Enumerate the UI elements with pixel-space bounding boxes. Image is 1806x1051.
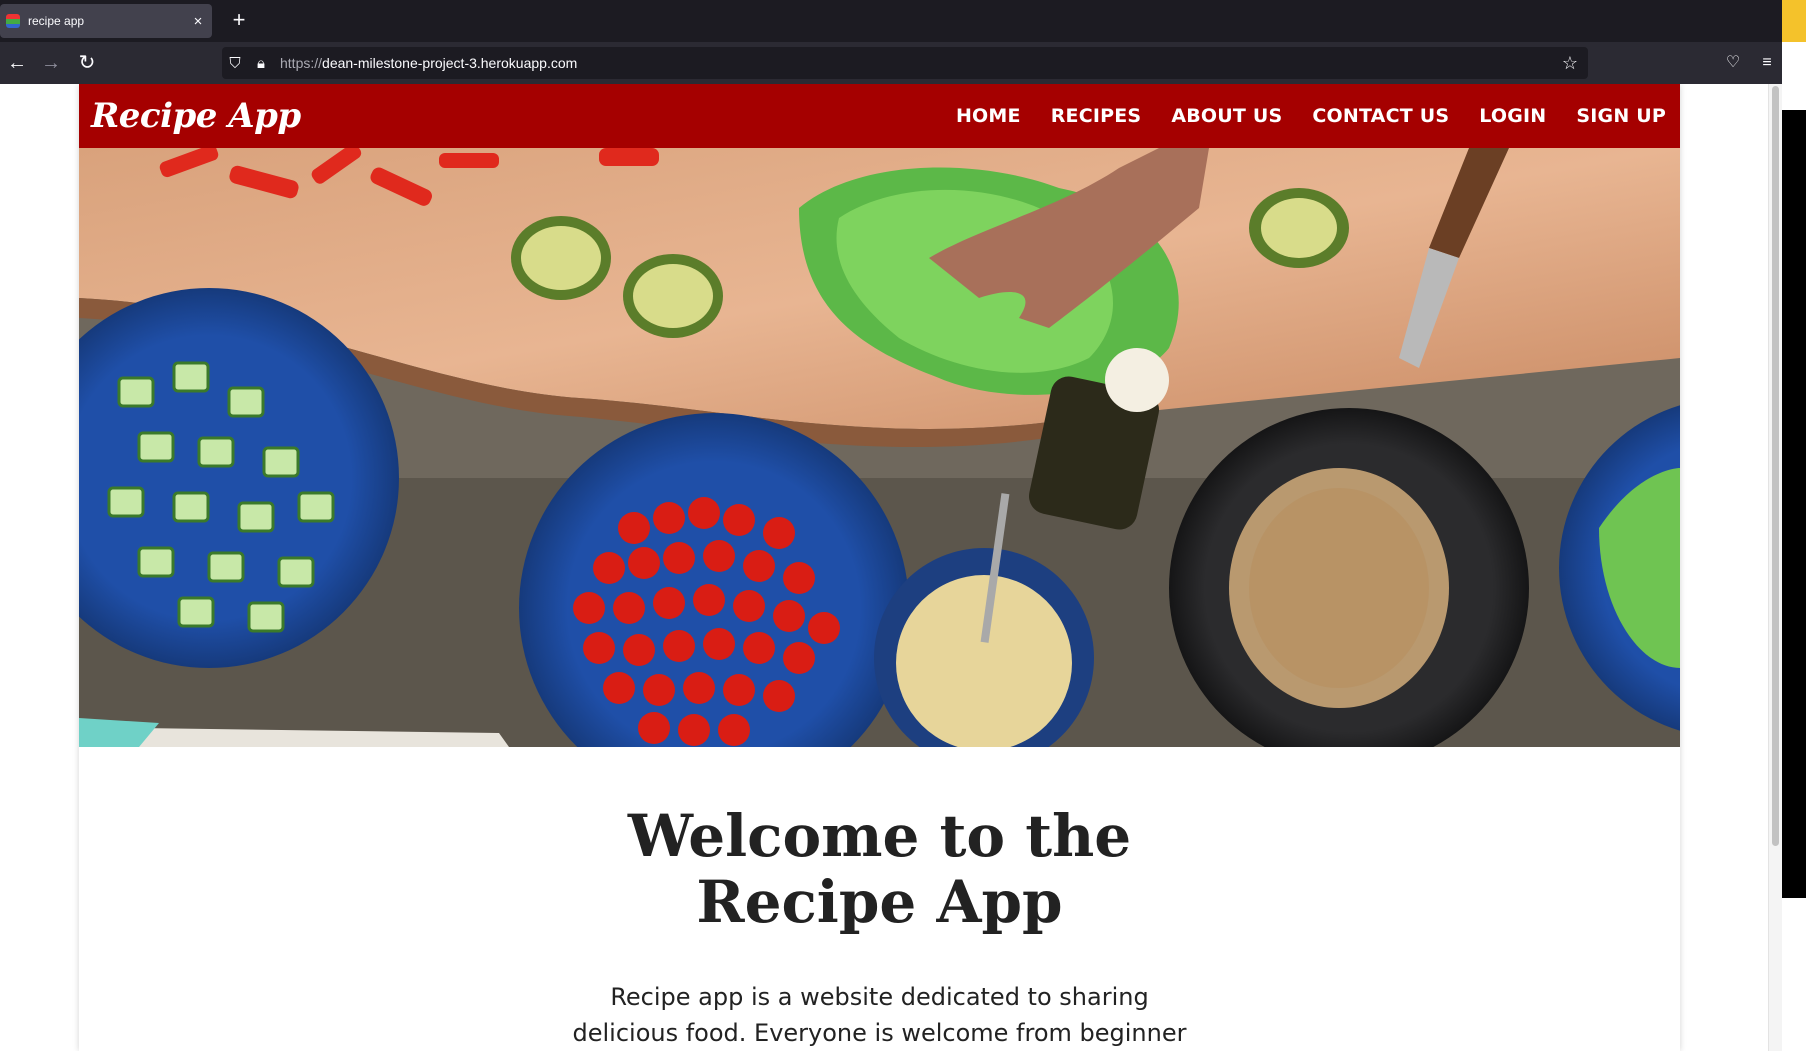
side-panel-accent bbox=[1782, 0, 1806, 42]
forward-arrow-icon[interactable]: → bbox=[36, 48, 66, 78]
hero-image bbox=[79, 148, 1680, 747]
nav-contact-us[interactable]: CONTACT US bbox=[1312, 105, 1449, 127]
close-tab-icon[interactable]: × bbox=[184, 13, 212, 30]
back-arrow-icon[interactable]: ← bbox=[2, 48, 32, 78]
nav-sign-up[interactable]: SIGN UP bbox=[1576, 105, 1666, 127]
hero-food-photo bbox=[79, 148, 1680, 747]
browser-tab[interactable]: recipe app × bbox=[0, 4, 212, 38]
page-container: Recipe App HOME RECIPES ABOUT US CONTACT… bbox=[79, 84, 1680, 1051]
scrollbar-thumb[interactable] bbox=[1772, 86, 1779, 846]
address-bar[interactable]: ⛉ 🔒︎ https://dean-milestone-project-3.he… bbox=[222, 47, 1588, 79]
nav-recipes[interactable]: RECIPES bbox=[1051, 105, 1142, 127]
nav-home[interactable]: HOME bbox=[956, 105, 1021, 127]
url-protocol: https:// bbox=[280, 55, 323, 71]
lock-icon[interactable]: 🔒︎ bbox=[248, 55, 274, 72]
title-line-2: Recipe App bbox=[696, 868, 1063, 936]
menu-icon[interactable]: ≡ bbox=[1752, 48, 1782, 78]
url-host: dean-milestone-project-3.herokuapp.com bbox=[322, 55, 578, 71]
browser-nav-bar: ← → ↻ ⛉ 🔒︎ https://dean-milestone-projec… bbox=[0, 42, 1806, 84]
side-panel-dark bbox=[1782, 110, 1806, 898]
vertical-scrollbar[interactable] bbox=[1768, 84, 1782, 1051]
site-nav: HOME RECIPES ABOUT US CONTACT US LOGIN S… bbox=[956, 105, 1666, 127]
page-title: Welcome to the Recipe App bbox=[79, 803, 1680, 935]
reload-icon[interactable]: ↻ bbox=[72, 48, 102, 78]
site-logo[interactable]: Recipe App bbox=[91, 96, 301, 136]
nav-login[interactable]: LOGIN bbox=[1479, 105, 1546, 127]
shield-icon[interactable]: ⛉ bbox=[222, 55, 248, 72]
page-viewport[interactable]: Recipe App HOME RECIPES ABOUT US CONTACT… bbox=[0, 84, 1768, 1051]
tab-title: recipe app bbox=[28, 14, 85, 28]
favicon-icon bbox=[6, 14, 20, 28]
intro-text: Recipe app is a website dedicated to sha… bbox=[572, 983, 1187, 1047]
new-tab-button[interactable]: + bbox=[224, 6, 254, 36]
title-line-1: Welcome to the bbox=[627, 802, 1132, 870]
browser-tab-bar: recipe app × + bbox=[0, 0, 1806, 42]
nav-about-us[interactable]: ABOUT US bbox=[1171, 105, 1282, 127]
bookmark-star-icon[interactable]: ☆ bbox=[1552, 53, 1588, 74]
pocket-icon[interactable]: ♡ bbox=[1718, 48, 1748, 78]
welcome-section: Welcome to the Recipe App Recipe app is … bbox=[79, 747, 1680, 1051]
url-text[interactable]: https://dean-milestone-project-3.herokua… bbox=[280, 55, 1552, 71]
site-header: Recipe App HOME RECIPES ABOUT US CONTACT… bbox=[79, 84, 1680, 148]
